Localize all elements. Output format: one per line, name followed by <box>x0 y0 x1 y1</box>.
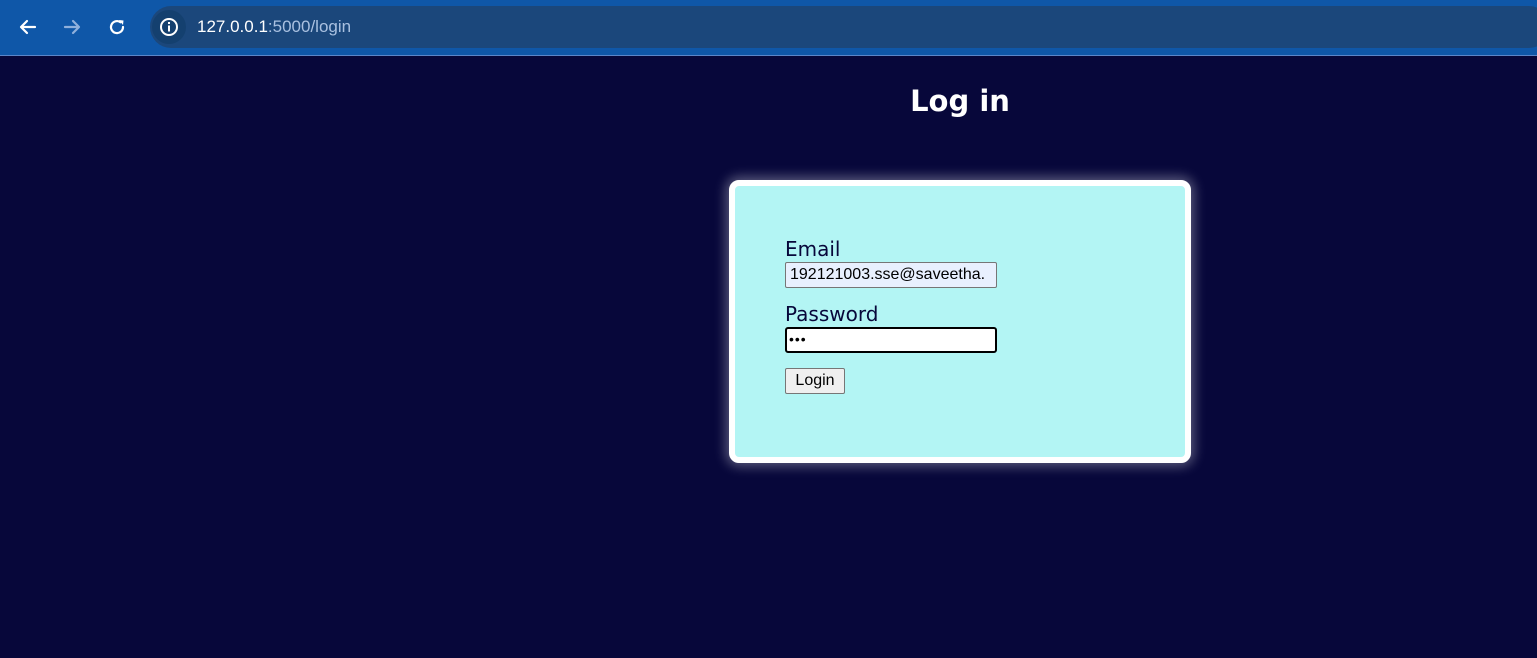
password-label: Password <box>785 302 879 326</box>
email-field[interactable]: 192121003.sse@saveetha. <box>785 262 997 288</box>
address-bar[interactable]: 127.0.0.1:5000/login <box>150 6 1537 48</box>
arrow-right-icon <box>63 19 81 35</box>
url-text: 127.0.0.1:5000/login <box>197 17 351 37</box>
url-host: 127.0.0.1 <box>197 17 268 36</box>
browser-toolbar: 127.0.0.1:5000/login <box>0 0 1537 56</box>
url-path: :5000/login <box>267 17 352 36</box>
reload-icon <box>109 19 125 35</box>
arrow-left-icon <box>19 19 37 35</box>
reload-button[interactable] <box>100 10 134 44</box>
email-label: Email <box>785 237 841 261</box>
info-icon[interactable] <box>152 10 186 44</box>
page-title: Log in <box>910 84 1010 118</box>
forward-button[interactable] <box>55 10 89 44</box>
password-field[interactable]: ••• <box>785 327 997 353</box>
back-button[interactable] <box>11 10 45 44</box>
login-button[interactable]: Login <box>785 368 845 394</box>
login-card: Email 192121003.sse@saveetha. Password •… <box>729 180 1191 463</box>
